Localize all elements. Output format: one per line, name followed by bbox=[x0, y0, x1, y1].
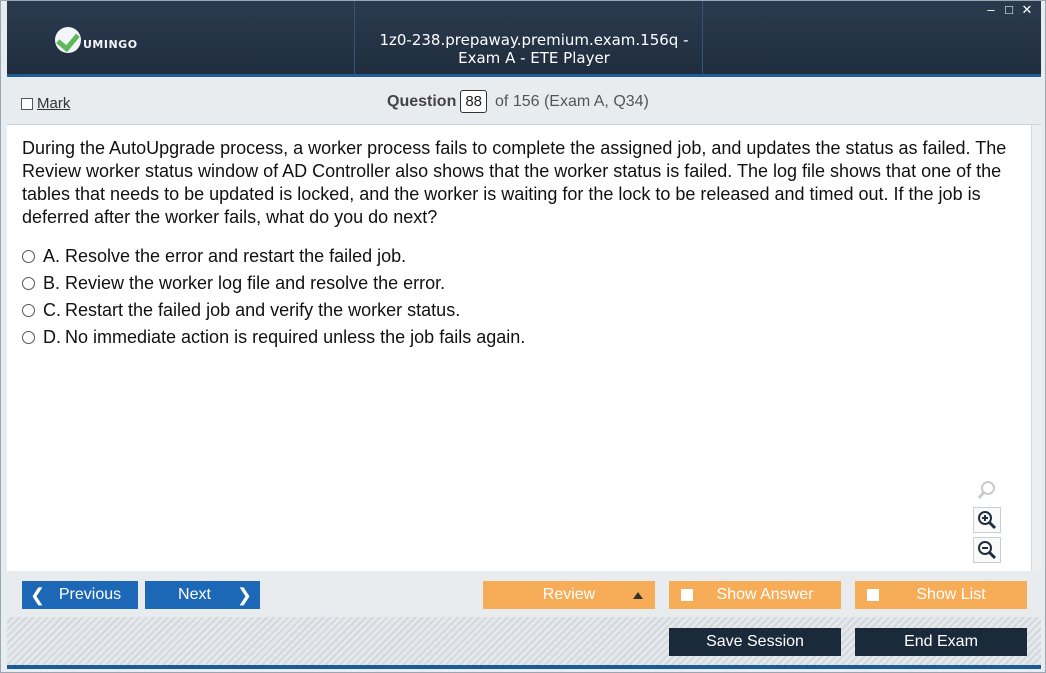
question-number-input[interactable]: 88 bbox=[460, 90, 488, 113]
zoom-out-button[interactable] bbox=[973, 537, 1001, 563]
app-window: UMINGO 1z0-238.prepaway.premium.exam.156… bbox=[0, 0, 1046, 673]
radio-icon[interactable] bbox=[22, 250, 35, 263]
close-icon[interactable]: ✕ bbox=[1021, 3, 1033, 17]
option-letter: D. bbox=[43, 327, 61, 347]
next-button[interactable]: Next ❯ bbox=[145, 581, 260, 609]
show-answer-button[interactable]: Show Answer bbox=[669, 581, 841, 609]
save-session-button[interactable]: Save Session bbox=[669, 628, 841, 656]
question-label: Question bbox=[387, 92, 457, 110]
minimize-icon[interactable]: – bbox=[985, 3, 997, 17]
zoom-controls bbox=[973, 477, 1003, 567]
mark-checkbox[interactable]: Mark bbox=[21, 95, 70, 112]
window-controls: – □ ✕ bbox=[985, 3, 1033, 17]
checkbox-icon[interactable] bbox=[21, 97, 33, 110]
question-panel: During the AutoUpgrade process, a worker… bbox=[7, 125, 1031, 571]
footer-bar: Save Session End Exam bbox=[7, 617, 1041, 665]
save-session-label: Save Session bbox=[706, 633, 804, 650]
radio-icon[interactable] bbox=[22, 277, 35, 290]
triangle-up-icon bbox=[633, 592, 643, 599]
option-text: Review the worker log file and resolve t… bbox=[65, 273, 446, 293]
question-header: Mark Question 88 of 156 (Exam A, Q34) bbox=[7, 81, 1041, 125]
review-label: Review bbox=[542, 586, 596, 603]
title-separator bbox=[702, 1, 703, 74]
title-bar: UMINGO 1z0-238.prepaway.premium.exam.156… bbox=[7, 1, 1041, 77]
option-text: Resolve the error and restart the failed… bbox=[65, 246, 407, 266]
answer-option-a[interactable]: A. Resolve the error and restart the fai… bbox=[22, 243, 525, 270]
zoom-out-icon bbox=[978, 541, 997, 560]
question-of-text: of 156 (Exam A, Q34) bbox=[495, 92, 649, 110]
option-letter: C. bbox=[43, 300, 61, 320]
checkbox-icon[interactable] bbox=[681, 589, 693, 601]
previous-button[interactable]: ❮ Previous bbox=[22, 581, 138, 609]
answer-option-c[interactable]: C. Restart the failed job and verify the… bbox=[22, 297, 525, 324]
end-exam-button[interactable]: End Exam bbox=[855, 628, 1027, 656]
question-text: During the AutoUpgrade process, a worker… bbox=[22, 138, 1007, 227]
radio-icon[interactable] bbox=[22, 331, 35, 344]
previous-label: Previous bbox=[58, 586, 122, 603]
footer-accent-line bbox=[7, 665, 1041, 669]
option-text: Restart the failed job and verify the wo… bbox=[65, 300, 461, 320]
checkmark-logo-icon bbox=[55, 27, 81, 53]
answer-options: A. Resolve the error and restart the fai… bbox=[22, 243, 525, 351]
maximize-icon[interactable]: □ bbox=[1003, 3, 1015, 17]
review-button[interactable]: Review bbox=[483, 581, 655, 609]
chevron-left-icon: ❮ bbox=[30, 584, 46, 605]
show-answer-label: Show Answer bbox=[716, 586, 814, 603]
radio-icon[interactable] bbox=[22, 304, 35, 317]
zoom-in-button[interactable] bbox=[973, 507, 1001, 533]
option-letter: B. bbox=[43, 273, 61, 293]
show-list-label: Show List bbox=[916, 586, 986, 603]
answer-option-b[interactable]: B. Review the worker log file and resolv… bbox=[22, 270, 525, 297]
zoom-in-icon bbox=[978, 511, 997, 530]
answer-option-d[interactable]: D. No immediate action is required unles… bbox=[22, 324, 525, 351]
option-letter: A. bbox=[43, 246, 61, 266]
title-separator bbox=[354, 1, 355, 74]
end-exam-label: End Exam bbox=[904, 633, 978, 650]
window-title: 1z0-238.prepaway.premium.exam.156q - Exa… bbox=[379, 31, 689, 67]
vertical-scrollbar[interactable] bbox=[1031, 125, 1041, 571]
logo-text: UMINGO bbox=[83, 37, 138, 51]
chevron-right-icon: ❯ bbox=[236, 584, 252, 605]
magnifier-icon bbox=[977, 481, 995, 499]
logo: UMINGO bbox=[55, 27, 138, 53]
option-text: No immediate action is required unless t… bbox=[65, 327, 526, 347]
mark-label[interactable]: Mark bbox=[37, 95, 70, 112]
navigation-bar: ❮ Previous Next ❯ Review Show Answer Sho… bbox=[7, 571, 1041, 617]
show-list-button[interactable]: Show List bbox=[855, 581, 1027, 609]
zoom-reset-button[interactable] bbox=[973, 477, 1001, 503]
checkbox-icon[interactable] bbox=[867, 589, 879, 601]
question-info: Question 88 of 156 (Exam A, Q34) bbox=[387, 90, 649, 113]
next-label: Next bbox=[178, 586, 211, 603]
